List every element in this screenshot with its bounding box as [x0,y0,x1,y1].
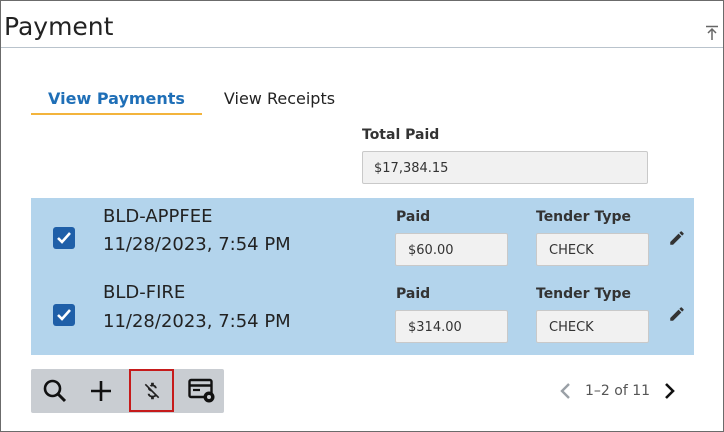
pagination: 1–2 of 11 [559,381,679,401]
page-title: Payment [4,12,114,41]
pagination-status: 1–2 of 11 [585,383,651,399]
paid-label: Paid [396,209,431,225]
row-checkbox[interactable] [53,227,75,249]
payment-code: BLD-FIRE [103,282,186,303]
chevron-left-icon[interactable] [559,382,573,400]
tender-type-label: Tender Type [536,209,631,225]
card-settings-button[interactable] [180,369,224,413]
tab-view-payments[interactable]: View Payments [31,89,202,115]
search-icon [43,379,67,403]
no-money-icon [144,382,159,399]
tender-type-label: Tender Type [536,286,631,302]
total-paid-field: $17,384.15 [362,151,648,184]
payment-list: BLD-APPFEE 11/28/2023, 7:54 PM Paid $60.… [31,198,694,355]
add-icon [91,381,111,401]
payment-code: BLD-APPFEE [103,206,213,227]
check-icon [57,232,71,244]
payment-panel: Payment View Payments View Receipts Tota… [0,0,724,432]
tender-type-field: CHECK [536,233,649,266]
paid-field: $314.00 [395,310,508,343]
payment-datetime: 11/28/2023, 7:54 PM [103,311,291,332]
money-off-button[interactable] [129,369,174,412]
row-checkbox[interactable] [53,304,75,326]
paid-label: Paid [396,286,431,302]
edit-icon[interactable] [668,229,686,247]
payment-row: BLD-APPFEE 11/28/2023, 7:54 PM Paid $60.… [31,198,694,276]
edit-icon[interactable] [668,305,686,323]
chevron-right-icon[interactable] [662,382,676,400]
payment-datetime: 11/28/2023, 7:54 PM [103,234,291,255]
paid-field: $60.00 [395,233,508,266]
card-settings-icon [188,378,215,403]
panel-header: Payment [1,1,723,48]
add-button[interactable] [79,369,123,413]
tab-view-receipts[interactable]: View Receipts [217,89,342,113]
tender-type-field: CHECK [536,310,649,343]
search-button[interactable] [33,369,77,413]
total-paid-label: Total Paid [362,127,440,143]
collapse-up-icon[interactable] [705,25,719,41]
check-icon [57,309,71,321]
payment-row: BLD-FIRE 11/28/2023, 7:54 PM Paid $314.0… [31,276,694,354]
action-toolbar [31,369,224,413]
